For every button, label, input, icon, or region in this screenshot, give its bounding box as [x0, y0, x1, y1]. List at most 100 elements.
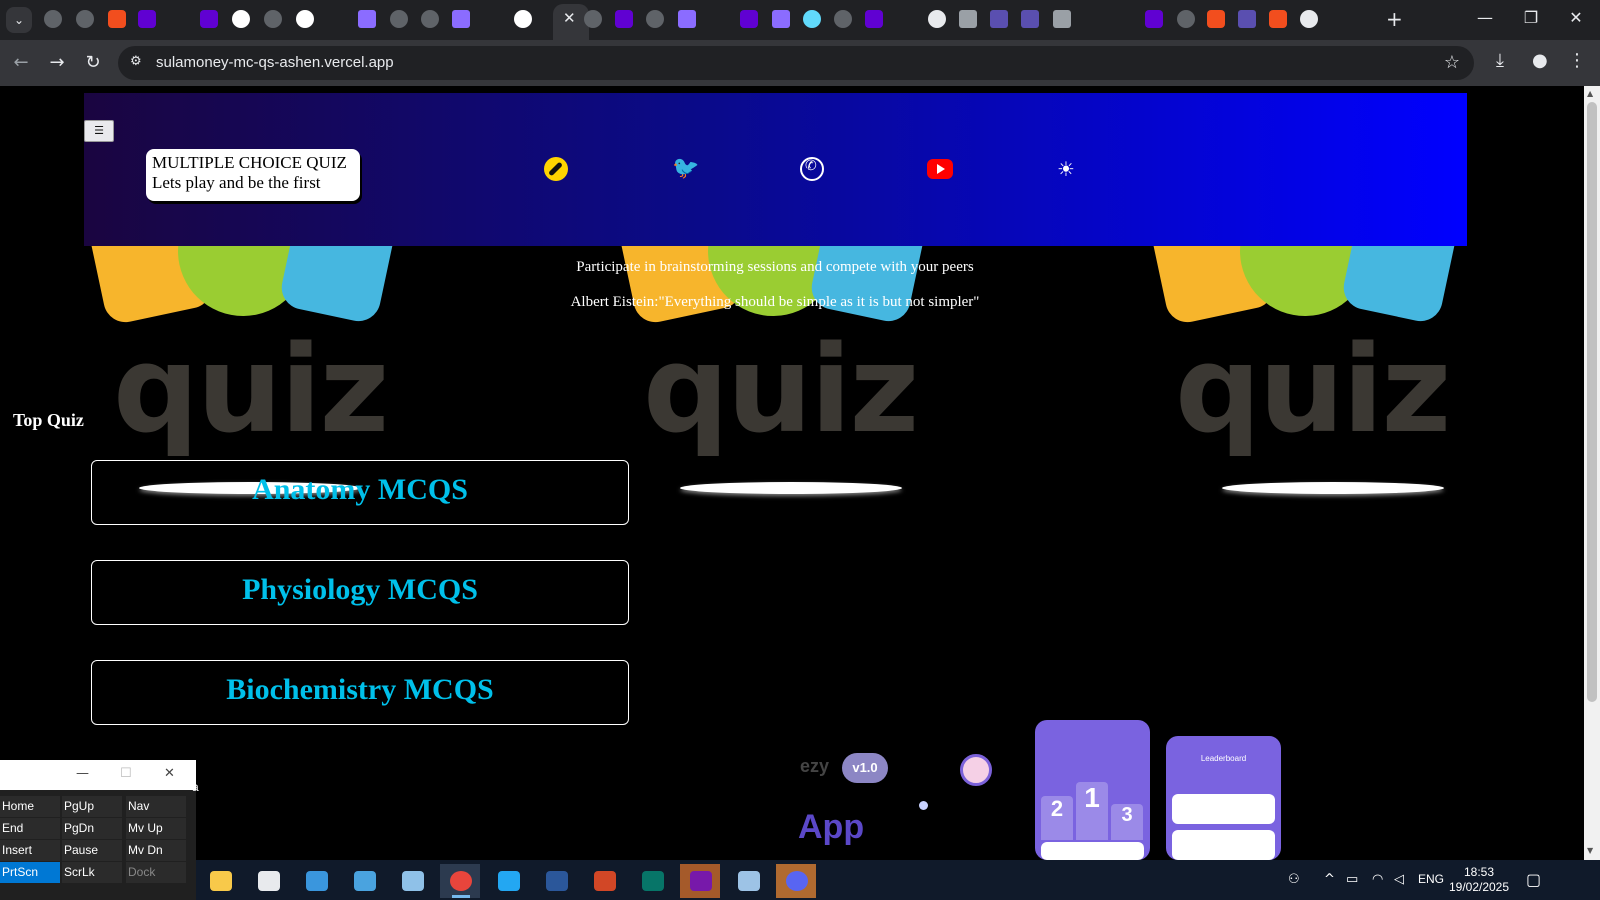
- figma-tab-icon[interactable]: [1207, 10, 1225, 28]
- osk-maximize-icon[interactable]: ☐: [120, 766, 132, 781]
- tab-favicon[interactable]: [959, 10, 977, 28]
- tab-favicon[interactable]: [1238, 10, 1256, 28]
- scroll-thumb[interactable]: [1587, 102, 1597, 702]
- reload-icon[interactable]: ↻: [80, 50, 106, 76]
- restore-button[interactable]: ❐: [1516, 8, 1546, 27]
- tab-favicon[interactable]: [421, 10, 439, 28]
- publisher-icon[interactable]: [632, 864, 672, 898]
- vercel-tab-icon[interactable]: [296, 10, 314, 28]
- compass-icon[interactable]: [544, 157, 568, 181]
- tagline: Participate in brainstorming sessions an…: [576, 259, 974, 275]
- notification-icon[interactable]: ▢: [1526, 870, 1541, 889]
- osk-minimize-icon[interactable]: —: [76, 766, 89, 781]
- scroll-down-icon[interactable]: ▼: [1587, 846, 1593, 855]
- word-icon[interactable]: [536, 864, 576, 898]
- osk-key-pgup[interactable]: PgUp: [62, 796, 122, 817]
- tab-favicon[interactable]: [1177, 10, 1195, 28]
- battery-icon[interactable]: ▭: [1346, 872, 1358, 887]
- tab-close-icon[interactable]: ✕: [563, 9, 576, 27]
- osk-key-prtscn[interactable]: PrtScn: [0, 862, 60, 883]
- list-icon[interactable]: ☰: [84, 120, 114, 142]
- osk-key-dock[interactable]: Dock: [126, 862, 186, 883]
- header-banner: ☰ MULTIPLE CHOICE QUIZ Lets play and be …: [84, 93, 1467, 246]
- app-icon[interactable]: [344, 864, 384, 898]
- figma-tab-icon[interactable]: [108, 10, 126, 28]
- quiz-card-anatomy[interactable]: Anatomy MCQS: [91, 460, 629, 525]
- whatsapp-icon[interactable]: [800, 157, 824, 181]
- vercel-tab-icon[interactable]: [232, 10, 250, 28]
- back-icon[interactable]: ←: [8, 50, 34, 76]
- osk-key-mvup[interactable]: Mv Up: [126, 818, 186, 839]
- site-info-icon[interactable]: ⚙: [130, 54, 148, 72]
- react-tab-icon[interactable]: [803, 10, 821, 28]
- store-icon[interactable]: [248, 864, 288, 898]
- vite-tab-icon[interactable]: [358, 10, 376, 28]
- bookmark-star-icon[interactable]: ☆: [1444, 52, 1460, 73]
- menu-kebab-icon[interactable]: ⋮: [1568, 50, 1586, 71]
- osk-key-home[interactable]: Home: [0, 796, 60, 817]
- osk-key-scrlk[interactable]: ScrLk: [62, 862, 122, 883]
- osk-key-nav[interactable]: Nav: [126, 796, 186, 817]
- onenote-icon[interactable]: [680, 864, 720, 898]
- figma-tab-icon[interactable]: [1269, 10, 1287, 28]
- vercel-tab-icon[interactable]: [514, 10, 532, 28]
- sun-icon[interactable]: ☀: [1054, 157, 1078, 181]
- yahoo-tab-icon[interactable]: [740, 10, 758, 28]
- new-tab-button[interactable]: +: [1386, 7, 1403, 31]
- language-indicator[interactable]: ENG: [1418, 872, 1444, 886]
- file-explorer-icon[interactable]: [200, 864, 240, 898]
- download-icon[interactable]: ⤓: [1496, 50, 1504, 71]
- volume-icon[interactable]: ◁: [1394, 872, 1404, 887]
- tab-favicon[interactable]: [834, 10, 852, 28]
- osk-key-pgdn[interactable]: PgDn: [62, 818, 122, 839]
- osk-key-pause[interactable]: Pause: [62, 840, 122, 861]
- forward-icon[interactable]: →: [44, 50, 70, 76]
- tab-favicon[interactable]: [1053, 10, 1071, 28]
- address-bar[interactable]: ⚙ sulamoney-mc-qs-ashen.vercel.app ☆: [118, 46, 1474, 80]
- osk-key-insert[interactable]: Insert: [0, 840, 60, 861]
- clock[interactable]: 18:53 19/02/2025: [1444, 865, 1514, 895]
- openai-tab-icon[interactable]: [928, 10, 946, 28]
- quiz-card-physiology[interactable]: Physiology MCQS: [91, 560, 629, 625]
- people-icon[interactable]: ⚇: [1288, 872, 1300, 887]
- vscode-icon[interactable]: [488, 864, 528, 898]
- tab-favicon[interactable]: [646, 10, 664, 28]
- youtube-icon[interactable]: [927, 159, 953, 179]
- tab-favicon[interactable]: [264, 10, 282, 28]
- discord-icon[interactable]: [776, 864, 816, 898]
- tab-favicon[interactable]: [990, 10, 1008, 28]
- app-icon[interactable]: [728, 864, 768, 898]
- yahoo-tab-icon[interactable]: [1145, 10, 1163, 28]
- wifi-icon[interactable]: ◠: [1372, 872, 1383, 887]
- app-icon[interactable]: [392, 864, 432, 898]
- mail-icon[interactable]: [296, 864, 336, 898]
- tab-favicon[interactable]: [1021, 10, 1039, 28]
- scroll-up-icon[interactable]: ▲: [1587, 89, 1593, 98]
- openai-tab-icon[interactable]: [1300, 10, 1318, 28]
- page-scrollbar[interactable]: ▲ ▼: [1584, 86, 1600, 860]
- quiz-card-biochemistry[interactable]: Biochemistry MCQS: [91, 660, 629, 725]
- osk-key-mvdn[interactable]: Mv Dn: [126, 840, 186, 861]
- vite-tab-icon[interactable]: [772, 10, 790, 28]
- minimize-button[interactable]: —: [1470, 8, 1500, 27]
- close-window-button[interactable]: ✕: [1561, 8, 1591, 27]
- vite-tab-icon[interactable]: [452, 10, 470, 28]
- yahoo-tab-icon[interactable]: [615, 10, 633, 28]
- chevron-up-icon[interactable]: ^: [1324, 872, 1335, 887]
- profile-icon[interactable]: ●: [1532, 50, 1548, 71]
- url-text[interactable]: sulamoney-mc-qs-ashen.vercel.app: [156, 54, 394, 71]
- tab-favicon[interactable]: [44, 10, 62, 28]
- yahoo-tab-icon[interactable]: [865, 10, 883, 28]
- osk-key-end[interactable]: End: [0, 818, 60, 839]
- tab-favicon[interactable]: [76, 10, 94, 28]
- tab-favicon[interactable]: [584, 10, 602, 28]
- powerpoint-icon[interactable]: [584, 864, 624, 898]
- osk-close-icon[interactable]: ✕: [164, 766, 175, 781]
- chrome-icon[interactable]: [440, 864, 480, 898]
- yahoo-tab-icon[interactable]: [200, 10, 218, 28]
- yahoo-tab-icon[interactable]: [138, 10, 156, 28]
- tab-search-button[interactable]: ⌄: [6, 7, 32, 33]
- tab-favicon[interactable]: [390, 10, 408, 28]
- twitter-icon[interactable]: 🐦: [672, 157, 699, 181]
- vite-tab-icon[interactable]: [678, 10, 696, 28]
